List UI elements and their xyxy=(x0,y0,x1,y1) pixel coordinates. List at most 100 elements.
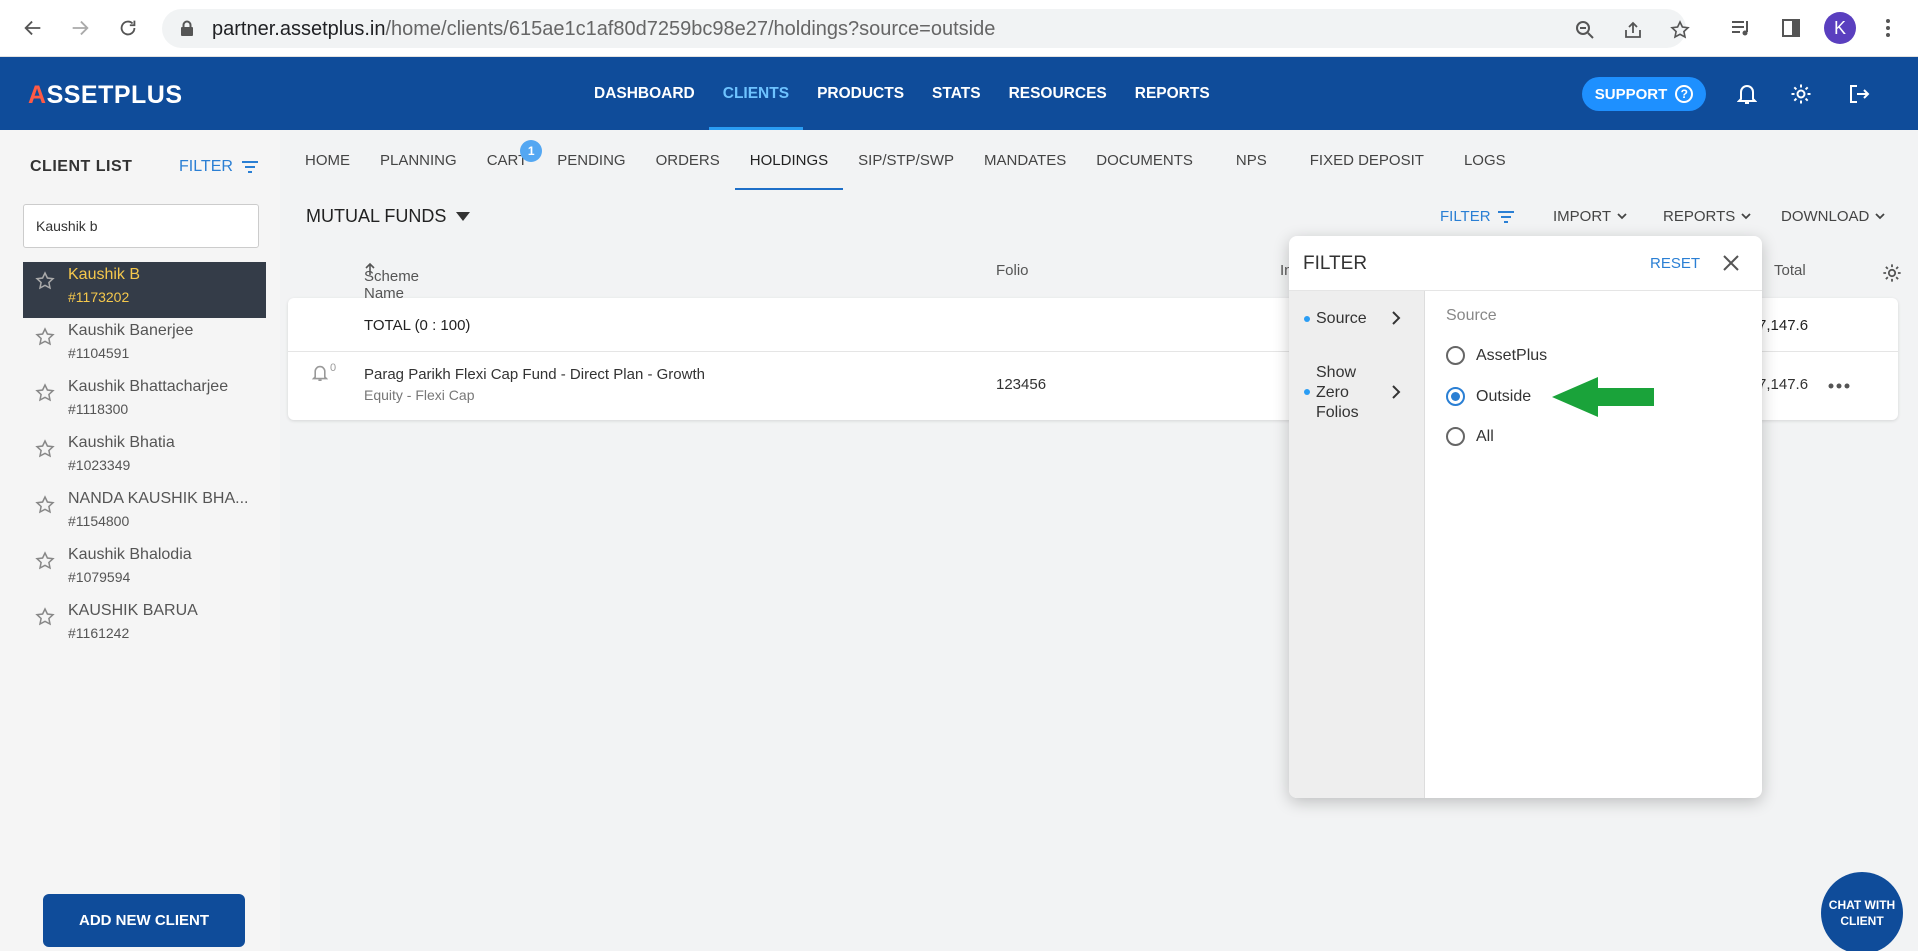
assetplus-logo[interactable]: ASSETPLUS xyxy=(28,81,183,110)
client-item[interactable]: Kaushik Bhalodia #1079594 xyxy=(23,542,266,598)
scheme-category: Equity - Flexi Cap xyxy=(364,387,475,403)
nav-dashboard[interactable]: DASHBOARD xyxy=(580,57,709,130)
filter-panel: FILTER RESET Source Show Zero Folios Sou… xyxy=(1289,236,1762,798)
chevron-down-icon xyxy=(1875,213,1885,220)
tab-logs[interactable]: LOGS xyxy=(1439,130,1531,190)
total-column-header[interactable]: Total xyxy=(1774,262,1806,279)
address-bar[interactable]: partner.assetplus.in/home/clients/615ae1… xyxy=(162,9,1690,48)
source-option-assetplus[interactable]: AssetPlus xyxy=(1446,346,1547,365)
source-option-outside[interactable]: Outside xyxy=(1446,387,1531,406)
tab-mandates[interactable]: MANDATES xyxy=(969,130,1081,190)
filter-category-show-zero-folios[interactable]: Show Zero Folios xyxy=(1289,347,1425,447)
url-text: partner.assetplus.in/home/clients/615ae1… xyxy=(212,18,995,41)
star-icon[interactable] xyxy=(35,271,55,295)
client-id: #1118300 xyxy=(68,401,129,417)
client-filter-button[interactable]: FILTER xyxy=(179,158,259,176)
radio-button[interactable] xyxy=(1446,427,1465,446)
option-label: Outside xyxy=(1476,387,1532,405)
folio-column-header[interactable]: Folio xyxy=(996,262,1029,279)
source-option-all[interactable]: All xyxy=(1446,427,1494,446)
bell-icon[interactable] xyxy=(1734,81,1760,107)
client-item[interactable]: Kaushik B #1173202 xyxy=(23,262,266,318)
client-name: Kaushik Bhalodia xyxy=(68,546,192,563)
scheme-name[interactable]: Parag Parikh Flexi Cap Fund - Direct Pla… xyxy=(364,366,705,383)
settings-gear-icon[interactable] xyxy=(1788,81,1814,107)
client-id: #1161242 xyxy=(68,625,130,641)
client-filter-label: FILTER xyxy=(179,158,233,175)
tab-home[interactable]: HOME xyxy=(290,130,365,190)
chevron-down-icon xyxy=(1741,213,1751,220)
star-icon[interactable] xyxy=(35,551,55,575)
nav-stats[interactable]: STATS xyxy=(918,57,995,130)
reset-button[interactable]: RESET xyxy=(1650,255,1700,272)
nav-reports[interactable]: REPORTS xyxy=(1121,57,1224,130)
client-name: NANDA KAUSHIK BHA... xyxy=(68,490,249,507)
import-dropdown[interactable]: IMPORT xyxy=(1553,208,1627,225)
client-item[interactable]: Kaushik Bhatia #1023349 xyxy=(23,430,266,486)
client-list: Kaushik B #1173202 Kaushik Banerjee #110… xyxy=(23,262,266,654)
client-id: #1104591 xyxy=(68,345,130,361)
scheme-header-label: Scheme Name xyxy=(364,268,420,302)
share-icon[interactable] xyxy=(1622,19,1644,41)
browser-menu-icon[interactable] xyxy=(1875,15,1901,41)
tab-planning[interactable]: PLANNING xyxy=(365,130,472,190)
radio-button[interactable] xyxy=(1446,387,1465,406)
folio-number: 123456 xyxy=(996,376,1047,393)
client-search-input[interactable] xyxy=(23,204,259,248)
add-new-client-button[interactable]: ADD NEW CLIENT xyxy=(43,894,245,947)
side-panel-icon[interactable] xyxy=(1778,15,1804,41)
tab-orders[interactable]: ORDERS xyxy=(641,130,735,190)
chat-with-client-button[interactable]: CHAT WITH CLIENT xyxy=(1821,872,1903,951)
holdings-filter-button[interactable]: FILTER xyxy=(1440,208,1515,225)
chevron-down-icon xyxy=(1617,213,1627,220)
zoom-icon[interactable] xyxy=(1574,19,1596,41)
download-dropdown[interactable]: DOWNLOAD xyxy=(1781,208,1885,225)
media-icon[interactable] xyxy=(1728,15,1754,41)
nav-resources[interactable]: RESOURCES xyxy=(995,57,1121,130)
profile-avatar[interactable]: K xyxy=(1824,12,1856,44)
star-icon[interactable] xyxy=(35,607,55,631)
support-button[interactable]: SUPPORT ? xyxy=(1582,77,1706,111)
client-name: Kaushik Bhattacharjee xyxy=(68,378,229,395)
tab-fixed-deposit[interactable]: FIXED DEPOSIT xyxy=(1295,130,1439,190)
more-options-icon[interactable] xyxy=(1828,372,1850,395)
reload-icon[interactable] xyxy=(114,14,142,42)
tab-documents[interactable]: DOCUMENTS xyxy=(1081,130,1208,190)
filter-panel-title: FILTER xyxy=(1303,253,1368,274)
tab-pending[interactable]: PENDING xyxy=(542,130,640,190)
back-icon[interactable] xyxy=(19,14,47,42)
mutual-funds-dropdown[interactable]: MUTUAL FUNDS xyxy=(306,206,471,227)
star-icon[interactable] xyxy=(35,439,55,463)
tab-holdings[interactable]: HOLDINGS xyxy=(734,130,844,190)
logout-icon[interactable] xyxy=(1846,81,1872,107)
section-title: MUTUAL FUNDS xyxy=(306,206,447,226)
reports-dropdown[interactable]: REPORTS xyxy=(1663,208,1751,225)
column-settings-gear-icon[interactable] xyxy=(1882,263,1902,287)
active-dot xyxy=(1304,389,1310,395)
tab-nps[interactable]: NPS xyxy=(1208,130,1295,190)
nav-products[interactable]: PRODUCTS xyxy=(803,57,918,130)
forward-icon[interactable] xyxy=(66,14,94,42)
client-item[interactable]: Kaushik Banerjee #1104591 xyxy=(23,318,266,374)
star-icon[interactable] xyxy=(35,383,55,407)
star-icon[interactable] xyxy=(35,495,55,519)
client-id: #1023349 xyxy=(68,457,131,473)
download-label: DOWNLOAD xyxy=(1781,208,1870,225)
alert-count: 0 xyxy=(330,362,337,374)
scheme-name-column-header[interactable]: Scheme Name xyxy=(364,262,419,302)
client-sidebar: CLIENT LIST FILTER Kaushik B #1173202 Ka… xyxy=(0,130,280,951)
client-item[interactable]: NANDA KAUSHIK BHA... #1154800 xyxy=(23,486,266,542)
radio-button[interactable] xyxy=(1446,346,1465,365)
filter-category-source[interactable]: Source xyxy=(1289,291,1425,347)
bookmark-star-icon[interactable] xyxy=(1669,19,1691,41)
client-item[interactable]: Kaushik Bhattacharjee #1118300 xyxy=(23,374,266,430)
alert-bell-icon[interactable]: 0 xyxy=(311,362,336,386)
nav-clients[interactable]: CLIENTS xyxy=(708,57,804,130)
star-icon[interactable] xyxy=(35,327,55,351)
close-icon[interactable] xyxy=(1721,253,1741,277)
tab-sip-stp-swp[interactable]: SIP/STP/SWP xyxy=(843,130,969,190)
tab-cart[interactable]: CART 1 xyxy=(472,130,543,190)
client-item[interactable]: KAUSHIK BARUA #1161242 xyxy=(23,598,266,654)
chevron-right-icon xyxy=(1391,385,1401,403)
option-label: AssetPlus xyxy=(1476,346,1548,364)
